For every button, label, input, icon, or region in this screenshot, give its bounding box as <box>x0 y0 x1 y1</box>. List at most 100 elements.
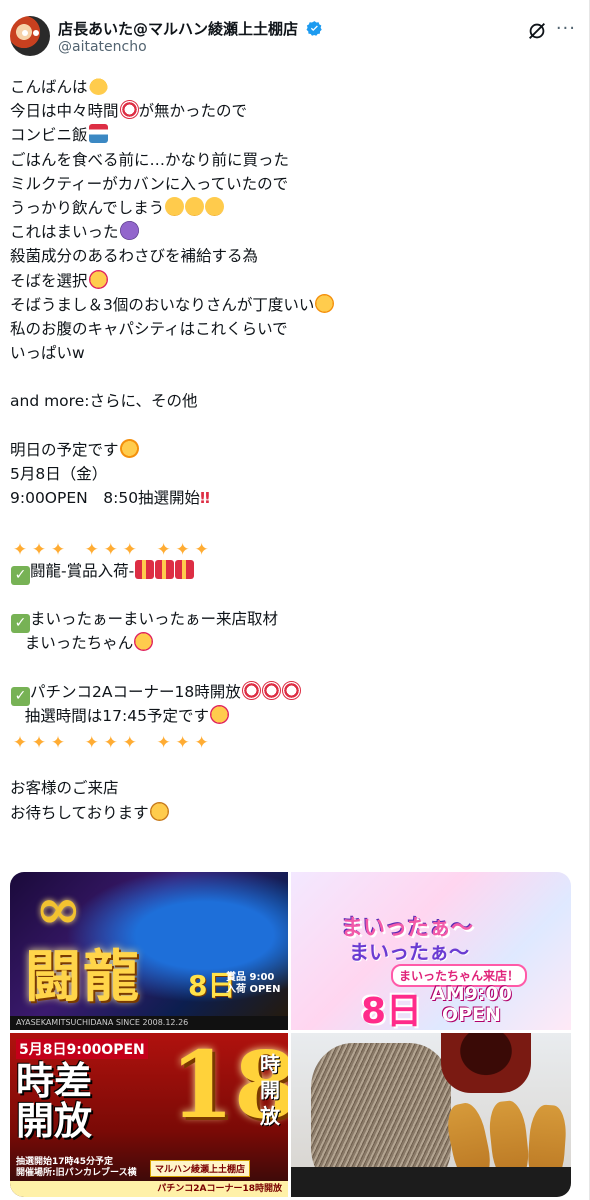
star-struck-icon <box>209 704 229 724</box>
text-line: ミルクティーがカバンに入っていたので <box>10 172 570 196</box>
double-exclamation-icon: ‼ <box>200 489 210 508</box>
gift-icon <box>175 559 195 579</box>
sparkles-icon: ✦ <box>31 733 47 754</box>
avatar[interactable] <box>10 16 50 56</box>
sparkles-icon: ✦ <box>156 539 171 560</box>
text-line-content: 9:00OPEN 8:50抽選開始 <box>10 489 201 508</box>
text-line: そばを選択 <box>10 269 570 293</box>
text-line-content: 闘龍-賞品入荷- <box>30 561 135 580</box>
text-line: 9:00OPEN 8:50抽選開始‼ <box>10 486 570 510</box>
text-line: お客様のご来店 <box>10 776 570 800</box>
text-line-content: そばを選択 <box>10 271 88 290</box>
sparkles-icon: ✦ <box>122 733 137 754</box>
day-label: 8日 <box>361 991 423 1030</box>
jisa-title: 時差 開放 <box>16 1059 93 1143</box>
text-line-content: 今日は中々時間 <box>10 102 119 121</box>
text-line-content: ミルクティーがカバンに入っていたので <box>10 174 289 193</box>
text-line: ✓ パチンコ2Aコーナー18時開放 <box>10 680 570 706</box>
hugging-face-icon <box>119 438 139 458</box>
crying-face-icon <box>165 196 185 216</box>
display-name-text[interactable]: 店長あいた@マルハン綾瀬上土棚店 <box>58 20 298 38</box>
sparkles-icon: ✦ <box>175 539 190 560</box>
text-line-content: まいったちゃん <box>24 634 134 653</box>
sparkles-row: ✦ ✦ ✦ ✦ ✦ ✦ ✦ ✦ ✦ <box>10 535 570 559</box>
crying-face-icon <box>185 196 205 216</box>
sparkles-icon: ✦ <box>103 539 118 560</box>
convenience-store-icon <box>88 124 108 144</box>
sparkles-icon: ✦ <box>50 733 66 754</box>
corner-band: パチンコ2Aコーナー18時開放 <box>10 1181 288 1197</box>
text-line: いっぱいw <box>10 341 570 365</box>
verified-badge-icon <box>306 21 322 36</box>
text-line: お待ちしております <box>10 801 570 825</box>
sparkles-icon: ✦ <box>50 539 66 560</box>
sparkles-icon: ✦ <box>12 539 28 560</box>
check-mark-icon: ✓ <box>11 686 30 706</box>
alarm-clock-icon <box>281 680 301 700</box>
text-line: 今日は中々時間 が無かったので <box>10 99 570 123</box>
event-notes: 抽選開始17時45分予定 開催場所:旧パンカレブース横 <box>16 1157 137 1178</box>
raised-hands-icon <box>88 76 108 95</box>
sparkles-icon: ✦ <box>194 539 209 560</box>
alarm-clock-icon <box>241 680 261 700</box>
avatar-eye <box>22 30 28 36</box>
check-mark-icon: ✓ <box>11 614 30 634</box>
text-line: そばうまし＆3個のおいなりさんが丁度いい <box>10 293 570 317</box>
more-options-icon[interactable]: ··· <box>556 18 576 39</box>
media-image-touryu[interactable]: ∞ 闘龍 8日 賞品 9:00 入荷 OPEN AYASEKAMITSUCHID… <box>10 872 288 1030</box>
text-line-content: 私のお腹のキャパシティはこれくらいで <box>10 319 288 338</box>
text-line-content: コンビニ飯 <box>10 126 88 145</box>
text-line: 5月8日（金） <box>10 462 570 486</box>
sparkles-icon: ✦ <box>194 733 209 754</box>
text-line: これはまいった <box>10 220 570 244</box>
text-line: うっかり飲んでしまう <box>10 196 570 220</box>
text-line-content: 殺菌成分のあるわさびを補給する為 <box>10 247 259 266</box>
open-time: AM9:00 OPEN <box>431 983 512 1026</box>
sparkles-row: ✦ ✦ ✦ ✦ ✦ ✦ ✦ ✦ ✦ <box>10 728 570 752</box>
maitta-title-second: まいったぁ〜 <box>349 940 469 964</box>
touryu-title: 闘龍 <box>25 944 141 1010</box>
sparkles-icon: ✦ <box>12 733 28 754</box>
text-line-content: まいったぁーまいったぁー来店取材 <box>30 610 279 629</box>
text-line-content: お待ちしております <box>10 803 149 822</box>
media-image-jisa-kaihou[interactable]: 5月8日9:00OPEN 時差 開放 18 時開放 抽選開始17時45分予定 開… <box>10 1033 288 1197</box>
text-line-content: が無かったので <box>138 102 248 121</box>
text-line-content: 抽選時間は17:45予定です <box>24 706 209 725</box>
sparkles-icon: ✦ <box>84 733 99 754</box>
text-line-content: パチンコ2Aコーナー18時開放 <box>30 682 241 701</box>
media-grid: ∞ 闘龍 8日 賞品 9:00 入荷 OPEN AYASEKAMITSUCHID… <box>10 872 571 1197</box>
sparkles-icon: ✦ <box>84 539 99 560</box>
grok-icon[interactable] <box>526 20 548 42</box>
text-line-content: and more:さらに、その他 <box>10 392 198 411</box>
display-name[interactable]: 店長あいた@マルハン綾瀬上土棚店 <box>58 18 323 39</box>
sparkles-icon: ✦ <box>103 733 118 754</box>
media-image-maitta[interactable]: まいったぁ〜 まいったぁ〜 まいったちゃん来店！ 8日 AM9:00 OPEN <box>291 872 571 1030</box>
text-line-content: 明日の予定です <box>10 440 119 459</box>
sparkles-icon: ✦ <box>122 539 137 560</box>
text-line-content: お客様のご来店 <box>10 779 119 798</box>
text-line-content: いっぱいw <box>10 344 85 363</box>
text-line: ✓ 闘龍-賞品入荷- <box>10 559 570 585</box>
text-line-content: こんばんは <box>10 78 88 96</box>
text-line-content: これはまいった <box>10 223 119 242</box>
text-line: ✓ まいったぁーまいったぁー来店取材 <box>10 607 570 634</box>
alarm-clock-icon <box>261 680 281 700</box>
gift-icon <box>135 559 155 579</box>
text-line-content: ごはんを食べる前に…かなり前に買った <box>10 150 290 169</box>
saluting-face-icon <box>149 801 169 821</box>
date-banner: 5月8日9:00OPEN <box>16 1039 148 1059</box>
text-line: and more:さらに、その他 <box>10 389 570 413</box>
media-image-soba-meal[interactable] <box>291 1033 571 1197</box>
user-handle[interactable]: @aitatencho <box>58 39 147 55</box>
post-frame: 店長あいた@マルハン綾瀬上土棚店 @aitatencho ··· こんばんは 今… <box>0 0 590 1200</box>
gift-icon <box>155 559 175 579</box>
heart-eyes-icon <box>134 632 154 652</box>
tray <box>291 1167 571 1197</box>
text-line-content: 5月8日（金） <box>10 465 108 483</box>
angry-devil-icon <box>119 221 139 241</box>
sparkles-icon: ✦ <box>175 733 190 754</box>
